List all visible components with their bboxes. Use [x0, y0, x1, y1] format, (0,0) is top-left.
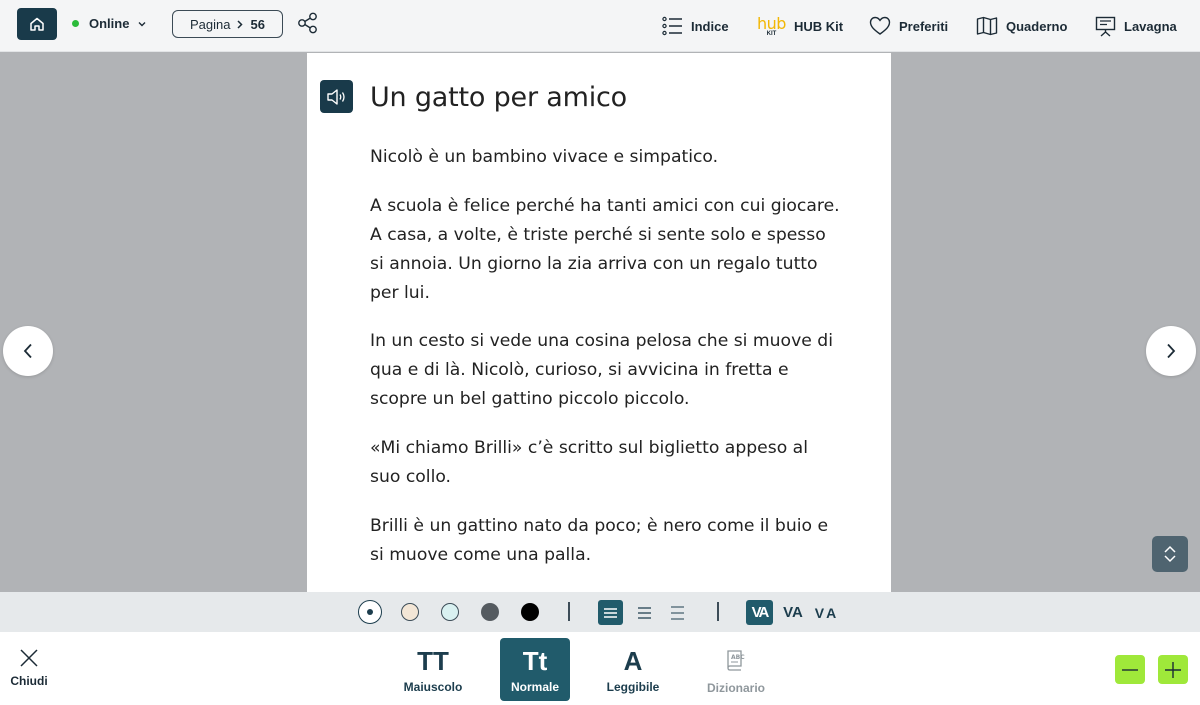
zoom-in-button[interactable]: [1158, 655, 1188, 684]
home-icon: [30, 17, 44, 31]
chevron-down-icon: [138, 21, 146, 27]
close-button[interactable]: Chiudi: [8, 648, 50, 688]
page-label: Pagina: [190, 16, 231, 32]
font-readable-button[interactable]: A Leggibile: [598, 638, 668, 701]
uppercase-glyph: TT: [417, 645, 449, 676]
normal-glyph: Tt: [522, 645, 548, 676]
speaker-icon: [326, 88, 345, 105]
book-open-icon: [976, 16, 998, 36]
font-uppercase-button[interactable]: TT Maiuscolo: [398, 638, 468, 701]
hub-kit-logo: hub KIT: [757, 13, 786, 37]
dictionary-label: Dizionario: [706, 681, 765, 695]
heart-icon: [869, 16, 891, 35]
lines-compact-icon: [604, 607, 617, 618]
list-icon: [662, 16, 682, 36]
next-page-button[interactable]: [1146, 326, 1196, 376]
paragraph-2: A scuola è felice perché ha tanti amici …: [370, 196, 840, 303]
letter-spacing-large-button[interactable]: VA: [813, 600, 841, 625]
page-selector[interactable]: Pagina 56: [172, 10, 283, 38]
scroll-toggle-button[interactable]: [1152, 536, 1188, 572]
indice-label: Indice: [691, 18, 729, 34]
normal-label: Normale: [510, 679, 560, 694]
line-spacing-medium-button[interactable]: [632, 600, 657, 625]
reader-page: Un gatto per amico Nicolò è un bambino v…: [307, 53, 891, 592]
readable-glyph: A: [623, 645, 643, 676]
selected-dot: [367, 609, 373, 615]
paragraph-3: In un cesto si vede una cosina pelosa ch…: [370, 331, 833, 409]
uppercase-label: Maiuscolo: [403, 679, 463, 694]
quaderno-button[interactable]: Quaderno: [976, 0, 1067, 52]
page-number: 56: [250, 16, 265, 32]
minus-icon: [1122, 668, 1138, 671]
page-title: Un gatto per amico: [370, 82, 627, 113]
divider: [717, 602, 719, 621]
top-bar: Online Pagina 56 Indice hub KIT HUB Kit …: [0, 0, 1200, 52]
line-spacing-large-button[interactable]: [665, 600, 690, 625]
quaderno-label: Quaderno: [1006, 18, 1068, 34]
zoom-out-button[interactable]: [1115, 655, 1145, 684]
dictionary-icon: ABC: [727, 650, 745, 671]
chevron-left-icon: [23, 343, 32, 359]
svg-text:ABC: ABC: [731, 654, 745, 661]
lavagna-button[interactable]: Lavagna: [1095, 0, 1177, 52]
close-label: Chiudi: [10, 674, 48, 688]
plus-icon: [1165, 661, 1181, 678]
background-color-sepia[interactable]: [401, 603, 419, 621]
background-color-black[interactable]: [521, 603, 539, 621]
read-aloud-button[interactable]: [320, 80, 353, 113]
chevron-up-down-icon: [1164, 545, 1176, 563]
whiteboard-icon: [1095, 16, 1116, 37]
online-status-dropdown[interactable]: Online: [72, 16, 146, 31]
close-icon: [20, 649, 38, 667]
background-color-white[interactable]: [358, 600, 382, 624]
hub-kit-label: HUB Kit: [793, 18, 844, 34]
online-status-label: Online: [89, 16, 130, 31]
preferiti-button[interactable]: Preferiti: [869, 0, 948, 52]
readable-label: Leggibile: [606, 679, 660, 694]
font-normal-button[interactable]: Tt Normale: [500, 638, 570, 701]
lines-medium-icon: [638, 606, 651, 619]
previous-page-button[interactable]: [3, 326, 53, 376]
chevron-right-icon: [1167, 343, 1176, 359]
share-icon[interactable]: [297, 12, 319, 39]
letter-spacing-small-button[interactable]: VA: [746, 600, 773, 625]
line-spacing-small-button[interactable]: [598, 600, 623, 625]
background-color-gray[interactable]: [481, 603, 499, 621]
background-color-cyan[interactable]: [441, 603, 459, 621]
divider: [568, 602, 570, 621]
chevron-right-icon: [236, 19, 243, 29]
dictionary-button[interactable]: ABC Dizionario: [701, 638, 771, 701]
paragraph-5: Brilli è un gattino nato da poco; è nero…: [370, 516, 829, 565]
paragraph-1: Nicolò è un bambino vivace e simpatico.: [370, 147, 719, 167]
hub-kit-button[interactable]: hub KIT HUB Kit: [757, 0, 843, 52]
preferiti-label: Preferiti: [899, 18, 949, 34]
home-button[interactable]: [17, 8, 57, 40]
paragraph-4: «Mi chiamo Brilli» c’è scritto sul bigli…: [370, 438, 808, 487]
online-indicator: [72, 20, 79, 27]
letter-spacing-medium-button[interactable]: VA: [780, 600, 806, 625]
lavagna-label: Lavagna: [1124, 18, 1177, 34]
lines-wide-icon: [671, 605, 684, 620]
indice-button[interactable]: Indice: [662, 0, 729, 52]
